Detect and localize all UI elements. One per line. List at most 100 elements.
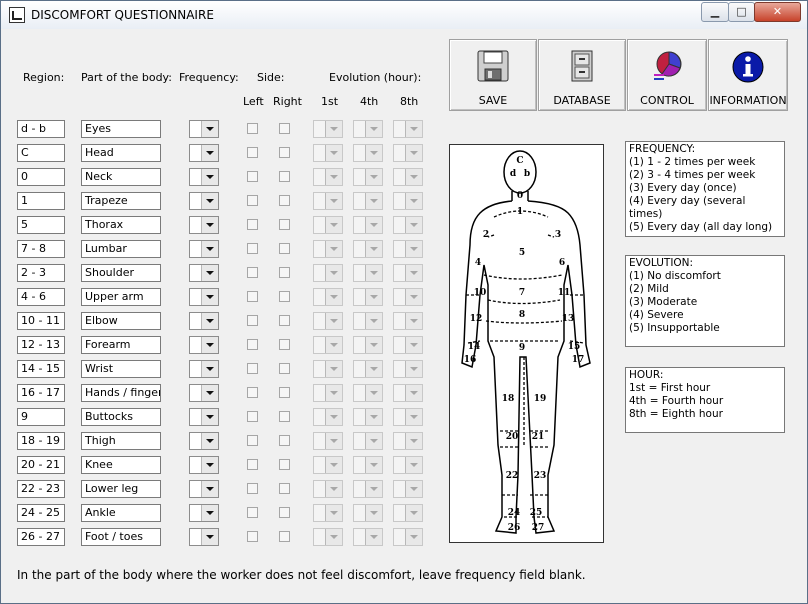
chevron-down-icon[interactable] [325, 385, 342, 401]
frequency-select[interactable] [189, 264, 219, 282]
chevron-down-icon[interactable] [365, 145, 382, 161]
region-field[interactable]: 0 [17, 168, 65, 186]
body-part-field[interactable]: Trapeze [81, 192, 161, 210]
frequency-select[interactable] [189, 360, 219, 378]
chevron-down-icon[interactable] [405, 193, 422, 209]
region-field[interactable]: 22 - 23 [17, 480, 65, 498]
chevron-down-icon[interactable] [201, 505, 218, 521]
frequency-select[interactable] [189, 408, 219, 426]
left-side-checkbox[interactable] [247, 243, 258, 254]
left-side-checkbox[interactable] [247, 291, 258, 302]
chevron-down-icon[interactable] [405, 409, 422, 425]
body-part-field[interactable]: Buttocks [81, 408, 161, 426]
evolution-1st-select[interactable] [313, 192, 343, 210]
left-side-checkbox[interactable] [247, 171, 258, 182]
frequency-select[interactable] [189, 384, 219, 402]
evolution-1st-select[interactable] [313, 408, 343, 426]
chevron-down-icon[interactable] [365, 361, 382, 377]
evolution-4th-select[interactable] [353, 168, 383, 186]
frequency-select[interactable] [189, 240, 219, 258]
chevron-down-icon[interactable] [325, 337, 342, 353]
evolution-4th-select[interactable] [353, 264, 383, 282]
evolution-4th-select[interactable] [353, 456, 383, 474]
right-side-checkbox[interactable] [279, 147, 290, 158]
chevron-down-icon[interactable] [365, 265, 382, 281]
chevron-down-icon[interactable] [405, 433, 422, 449]
chevron-down-icon[interactable] [325, 313, 342, 329]
chevron-down-icon[interactable] [365, 121, 382, 137]
chevron-down-icon[interactable] [365, 481, 382, 497]
body-part-field[interactable]: Neck [81, 168, 161, 186]
chevron-down-icon[interactable] [365, 241, 382, 257]
control-button[interactable]: CONTROL [627, 39, 707, 111]
body-part-field[interactable]: Forearm [81, 336, 161, 354]
region-field[interactable]: d - b [17, 120, 65, 138]
region-field[interactable]: 4 - 6 [17, 288, 65, 306]
region-field[interactable]: 7 - 8 [17, 240, 65, 258]
chevron-down-icon[interactable] [325, 457, 342, 473]
evolution-4th-select[interactable] [353, 504, 383, 522]
chevron-down-icon[interactable] [405, 361, 422, 377]
chevron-down-icon[interactable] [325, 289, 342, 305]
region-field[interactable]: 2 - 3 [17, 264, 65, 282]
chevron-down-icon[interactable] [365, 385, 382, 401]
evolution-8th-select[interactable] [393, 432, 423, 450]
chevron-down-icon[interactable] [201, 481, 218, 497]
body-part-field[interactable]: Thorax [81, 216, 161, 234]
region-field[interactable]: 10 - 11 [17, 312, 65, 330]
evolution-8th-select[interactable] [393, 360, 423, 378]
evolution-4th-select[interactable] [353, 480, 383, 498]
chevron-down-icon[interactable] [405, 289, 422, 305]
evolution-1st-select[interactable] [313, 144, 343, 162]
body-part-field[interactable]: Hands / fingers [81, 384, 161, 402]
left-side-checkbox[interactable] [247, 435, 258, 446]
chevron-down-icon[interactable] [201, 337, 218, 353]
evolution-8th-select[interactable] [393, 336, 423, 354]
evolution-8th-select[interactable] [393, 312, 423, 330]
evolution-4th-select[interactable] [353, 384, 383, 402]
evolution-1st-select[interactable] [313, 384, 343, 402]
chevron-down-icon[interactable] [325, 265, 342, 281]
chevron-down-icon[interactable] [325, 145, 342, 161]
right-side-checkbox[interactable] [279, 339, 290, 350]
maximize-button[interactable]: □ [728, 2, 755, 22]
right-side-checkbox[interactable] [279, 219, 290, 230]
frequency-select[interactable] [189, 432, 219, 450]
evolution-4th-select[interactable] [353, 240, 383, 258]
evolution-4th-select[interactable] [353, 288, 383, 306]
right-side-checkbox[interactable] [279, 123, 290, 134]
body-part-field[interactable]: Wrist [81, 360, 161, 378]
body-part-field[interactable]: Foot / toes [81, 528, 161, 546]
right-side-checkbox[interactable] [279, 363, 290, 374]
chevron-down-icon[interactable] [365, 337, 382, 353]
chevron-down-icon[interactable] [201, 529, 218, 545]
chevron-down-icon[interactable] [405, 505, 422, 521]
evolution-1st-select[interactable] [313, 456, 343, 474]
chevron-down-icon[interactable] [325, 481, 342, 497]
body-part-field[interactable]: Thigh [81, 432, 161, 450]
chevron-down-icon[interactable] [201, 241, 218, 257]
chevron-down-icon[interactable] [201, 265, 218, 281]
evolution-4th-select[interactable] [353, 432, 383, 450]
body-part-field[interactable]: Lumbar [81, 240, 161, 258]
right-side-checkbox[interactable] [279, 171, 290, 182]
left-side-checkbox[interactable] [247, 483, 258, 494]
chevron-down-icon[interactable] [405, 169, 422, 185]
left-side-checkbox[interactable] [247, 147, 258, 158]
body-part-field[interactable]: Shoulder [81, 264, 161, 282]
chevron-down-icon[interactable] [201, 145, 218, 161]
chevron-down-icon[interactable] [365, 457, 382, 473]
evolution-4th-select[interactable] [353, 312, 383, 330]
region-field[interactable]: C [17, 144, 65, 162]
chevron-down-icon[interactable] [201, 169, 218, 185]
evolution-8th-select[interactable] [393, 528, 423, 546]
chevron-down-icon[interactable] [365, 169, 382, 185]
evolution-8th-select[interactable] [393, 456, 423, 474]
frequency-select[interactable] [189, 216, 219, 234]
right-side-checkbox[interactable] [279, 435, 290, 446]
evolution-1st-select[interactable] [313, 264, 343, 282]
right-side-checkbox[interactable] [279, 243, 290, 254]
minimize-button[interactable]: ▁ [701, 2, 729, 22]
chevron-down-icon[interactable] [365, 313, 382, 329]
chevron-down-icon[interactable] [201, 385, 218, 401]
